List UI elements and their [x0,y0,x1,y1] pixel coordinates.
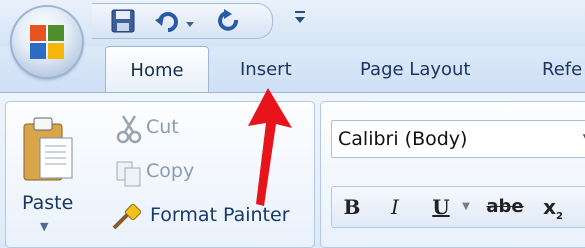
ribbon-tab-bar: Home Insert Page Layout Refe [0,46,585,93]
copy-icon [116,161,141,187]
font-name-value: Calibri (Body) [338,128,468,150]
title-bar [0,0,585,46]
paste-button[interactable]: Paste ▼ [12,108,88,240]
redo-icon[interactable] [214,8,242,34]
underline-button[interactable]: U [430,193,452,221]
save-icon[interactable] [110,8,136,34]
office-logo-icon [30,25,64,59]
copy-label: Copy [146,160,195,182]
font-name-combobox[interactable]: Calibri (Body) ▼ [331,120,585,158]
underline-dropdown-icon[interactable]: ▼ [460,193,472,221]
quick-access-toolbar [92,3,273,39]
cut-label: Cut [146,116,179,138]
tab-references[interactable]: Refe [542,46,582,92]
tab-home[interactable]: Home [105,46,209,93]
italic-button[interactable]: I [384,193,406,221]
subscript-button[interactable]: x2 [542,193,564,222]
customize-qat-icon[interactable] [293,9,307,29]
scissors-icon [116,115,142,144]
tab-insert[interactable]: Insert [240,46,292,92]
undo-dropdown-icon[interactable] [184,14,196,40]
paintbrush-icon [112,203,142,230]
paste-label: Paste [22,192,74,214]
strikethrough-button[interactable]: abe [484,193,526,221]
annotation-arrow-icon [248,88,292,206]
tab-page-layout[interactable]: Page Layout [360,46,471,92]
bold-button[interactable]: B [340,193,364,221]
subscript-label: x [543,195,556,219]
paste-icon [23,117,73,181]
undo-icon[interactable] [154,8,180,34]
font-format-row: B I U ▼ abe x2 [331,186,585,228]
font-group: Calibri (Body) ▼ B I U ▼ abe x2 [320,101,585,248]
office-button[interactable] [12,7,82,77]
chevron-down-icon: ▼ [40,220,49,233]
